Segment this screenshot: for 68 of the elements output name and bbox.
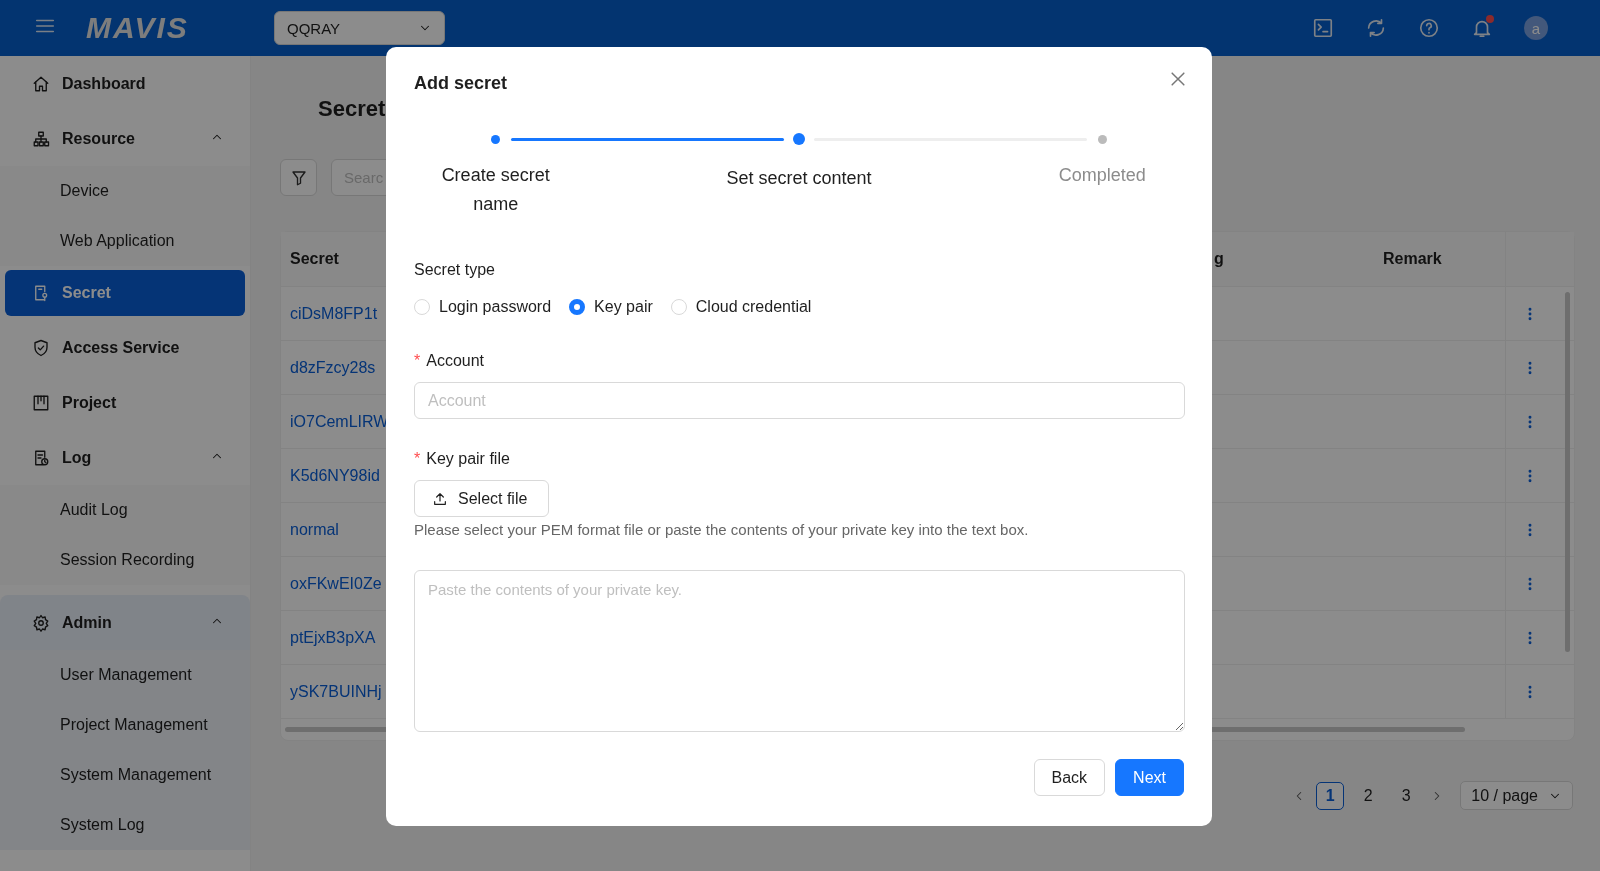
step-label: Set secret content <box>725 167 873 190</box>
column-header: g <box>1213 250 1225 268</box>
required-mark: * <box>414 450 421 468</box>
sidebar-subitem[interactable]: Session Recording <box>0 535 250 585</box>
dialog-button[interactable]: Next <box>1115 759 1184 796</box>
help-icon <box>1418 17 1440 39</box>
log-clock-icon <box>32 448 50 467</box>
sidebar-subitem[interactable]: Web Application <box>0 216 250 266</box>
vertical-scrollbar[interactable] <box>1565 292 1570 652</box>
dialog-title: Add secret <box>414 73 508 95</box>
radio-button[interactable] <box>569 299 586 315</box>
logo: MAVIS <box>86 11 190 45</box>
radio-option[interactable]: Login password <box>414 298 552 316</box>
refresh-icon <box>1365 17 1387 39</box>
step-dot[interactable] <box>1097 135 1107 144</box>
secret-link[interactable]: oxFKwEI0Ze <box>281 574 382 592</box>
sidebar-item[interactable]: Admin <box>0 595 250 650</box>
settings-icon <box>32 613 50 632</box>
field-label: Key pair file <box>426 450 510 468</box>
page-number[interactable]: 3 <box>1392 781 1421 810</box>
page-number[interactable]: 2 <box>1354 781 1383 810</box>
upload-icon <box>432 490 448 507</box>
radio-option[interactable]: Cloud credential <box>670 298 812 316</box>
project-select[interactable]: QQRAY <box>274 11 445 45</box>
select-file-button[interactable]: Select file <box>414 480 549 517</box>
page-title: Secret <box>318 96 386 123</box>
field-label: Secret type <box>414 261 496 279</box>
page-number[interactable]: 1 <box>1316 781 1345 810</box>
column-header: Secret <box>289 250 340 268</box>
sidebar-item[interactable]: Access Service <box>0 320 250 375</box>
radio-option[interactable]: Key pair <box>569 298 653 316</box>
sidebar-item[interactable]: Project <box>0 375 250 430</box>
sidebar-subitem[interactable]: System Log <box>0 800 250 850</box>
secret-link[interactable]: ptEjxB3pXA <box>281 628 376 646</box>
step-dot[interactable] <box>491 135 501 144</box>
sidebar-subitem[interactable]: System Management <box>0 750 250 800</box>
field-label: Account <box>426 352 485 370</box>
page-size-select[interactable]: 10 / page <box>1460 781 1573 810</box>
board-icon <box>32 393 50 412</box>
secret-link[interactable]: d8zFzcy28s <box>281 358 376 376</box>
document-key-icon <box>32 284 50 302</box>
step-label: Completed <box>1057 164 1147 187</box>
secret-link[interactable]: K5d6NY98id <box>281 466 380 484</box>
terminal-icon <box>1312 17 1334 39</box>
private-key-field[interactable]: Paste the contents of your private key. <box>414 570 1185 732</box>
sidebar-item[interactable]: Dashboard <box>0 56 250 111</box>
shield-check-icon <box>32 338 50 357</box>
account-field[interactable]: Account <box>414 382 1185 419</box>
sidebar-subitem[interactable]: Project Management <box>0 700 250 750</box>
step-label: Create secret name <box>440 164 551 216</box>
sidebar-subitem[interactable]: Device <box>0 166 250 216</box>
sidebar-subitem[interactable]: User Management <box>0 650 250 700</box>
secret-link[interactable]: ciDsM8FP1t <box>281 304 378 322</box>
filter-button[interactable] <box>280 159 317 196</box>
secret-link[interactable]: iO7CemLIRW <box>281 412 389 430</box>
step-dot[interactable] <box>793 133 805 145</box>
secret-link[interactable]: normal <box>281 520 339 538</box>
sitemap-icon <box>32 129 50 148</box>
column-header: Remark <box>1382 250 1443 268</box>
dialog-button[interactable]: Back <box>1033 759 1106 796</box>
sidebar-item[interactable]: Secret <box>5 270 245 316</box>
sidebar-item[interactable]: Log <box>0 430 250 485</box>
home-icon <box>32 74 50 93</box>
sidebar-subitem[interactable]: Audit Log <box>0 485 250 535</box>
secret-link[interactable]: ySK7BUINHj <box>281 682 382 700</box>
sidebar-item[interactable]: Resource <box>0 111 250 166</box>
help-text: Please select your PEM format file or paste the contents of your private key into the text box. <box>414 521 1030 538</box>
required-mark: * <box>414 352 421 370</box>
